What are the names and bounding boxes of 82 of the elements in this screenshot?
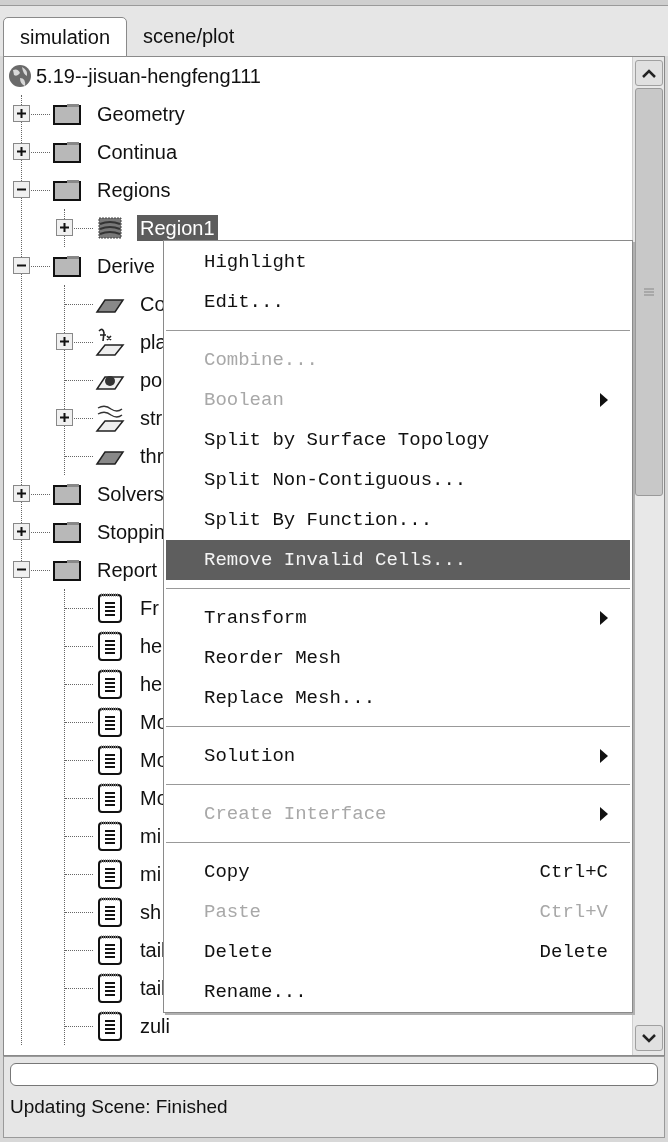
menu-item[interactable]: Delete Delete [166,932,630,972]
folder-icon [53,179,81,201]
collapse-toggle[interactable] [13,257,30,274]
tree-item[interactable]: thr [137,443,167,469]
expand-toggle[interactable] [56,333,73,350]
expand-toggle[interactable] [13,143,30,160]
plus-icon [17,527,26,536]
report-icon [97,934,123,966]
expand-toggle[interactable] [13,485,30,502]
plus-icon [60,337,69,346]
function-plane-icon [95,327,125,357]
collapse-toggle[interactable] [13,181,30,198]
tree-item[interactable]: 5.19--jisuan-hengfeng111 [36,61,261,91]
tree-item[interactable]: Geometry [94,101,188,127]
menu-item[interactable]: Split Non-Contiguous... [166,460,630,500]
folder-icon [53,103,81,125]
menu-item[interactable]: Reorder Mesh [166,638,630,678]
expand-toggle[interactable] [13,523,30,540]
report-icon [97,820,123,852]
plus-icon [60,223,69,232]
folder-icon [53,483,81,505]
menu-item[interactable]: Split By Function... [166,500,630,540]
menu-item[interactable]: Copy Ctrl+C [166,852,630,892]
chevron-down-icon [641,1033,656,1043]
scroll-up-button[interactable] [634,60,663,86]
menu-item[interactable]: Transform [166,598,630,638]
tree-item[interactable]: mi [137,823,165,849]
report-icon [97,972,123,1004]
report-icon [97,782,123,814]
tree-item[interactable]: zuli [137,1013,173,1039]
menu-item[interactable]: Rename... [166,972,630,1012]
tree-item[interactable]: Continua [94,139,181,165]
tree-item[interactable]: Region1 [137,215,218,241]
tree-item[interactable]: Derive [94,253,158,279]
tree-item[interactable]: mi [137,861,165,887]
report-icon [97,744,123,776]
scroll-thumb[interactable] [634,88,663,496]
tree-item[interactable]: he [137,671,166,697]
tab[interactable]: scene/plot [127,16,251,56]
shortcut-label: Ctrl+C [539,859,608,885]
tree-item[interactable]: Solvers [94,481,167,507]
report-icon [97,858,123,890]
report-icon [97,1010,123,1042]
tree-item[interactable]: sh [137,899,165,925]
grip-icon [643,287,654,297]
plus-icon [17,147,26,156]
plus-icon [60,413,69,422]
expand-toggle[interactable] [13,105,30,122]
plus-icon [17,489,26,498]
report-icon [97,896,123,928]
mesh-region-icon [98,217,122,239]
menu-item[interactable]: Highlight [166,242,630,282]
globe-icon [8,64,32,88]
report-icon [97,630,123,662]
report-icon [97,668,123,700]
folder-icon [53,559,81,581]
menu-item[interactable]: Solution [166,736,630,776]
menu-item[interactable]: Split by Surface Topology [166,420,630,460]
expand-toggle[interactable] [56,409,73,426]
menu-item[interactable]: Edit... [166,282,630,322]
scroll-down-button[interactable] [634,1025,663,1051]
tab[interactable]: simulation [3,17,128,57]
tree-item[interactable]: str [137,405,166,431]
streamline-icon [95,403,125,433]
tree-item[interactable]: Fr [137,595,162,621]
collapse-toggle[interactable] [13,561,30,578]
shortcut-label: Delete [539,939,608,965]
folder-icon [53,521,81,543]
folder-icon [53,141,81,163]
shortcut-label: Ctrl+V [539,899,608,925]
report-icon [97,592,123,624]
chevron-up-icon [641,68,656,78]
report-icon [97,706,123,738]
tree-item[interactable]: Regions [94,177,174,203]
menu-item[interactable]: Replace Mesh... [166,678,630,718]
folder-icon [53,255,81,277]
plus-icon [17,109,26,118]
tree-item[interactable]: he [137,633,166,659]
expand-toggle[interactable] [56,219,73,236]
tree-item[interactable]: Report [94,557,161,583]
menu-item[interactable]: Remove Invalid Cells... [166,540,630,580]
status-message: Updating Scene: Finished [10,1095,229,1119]
